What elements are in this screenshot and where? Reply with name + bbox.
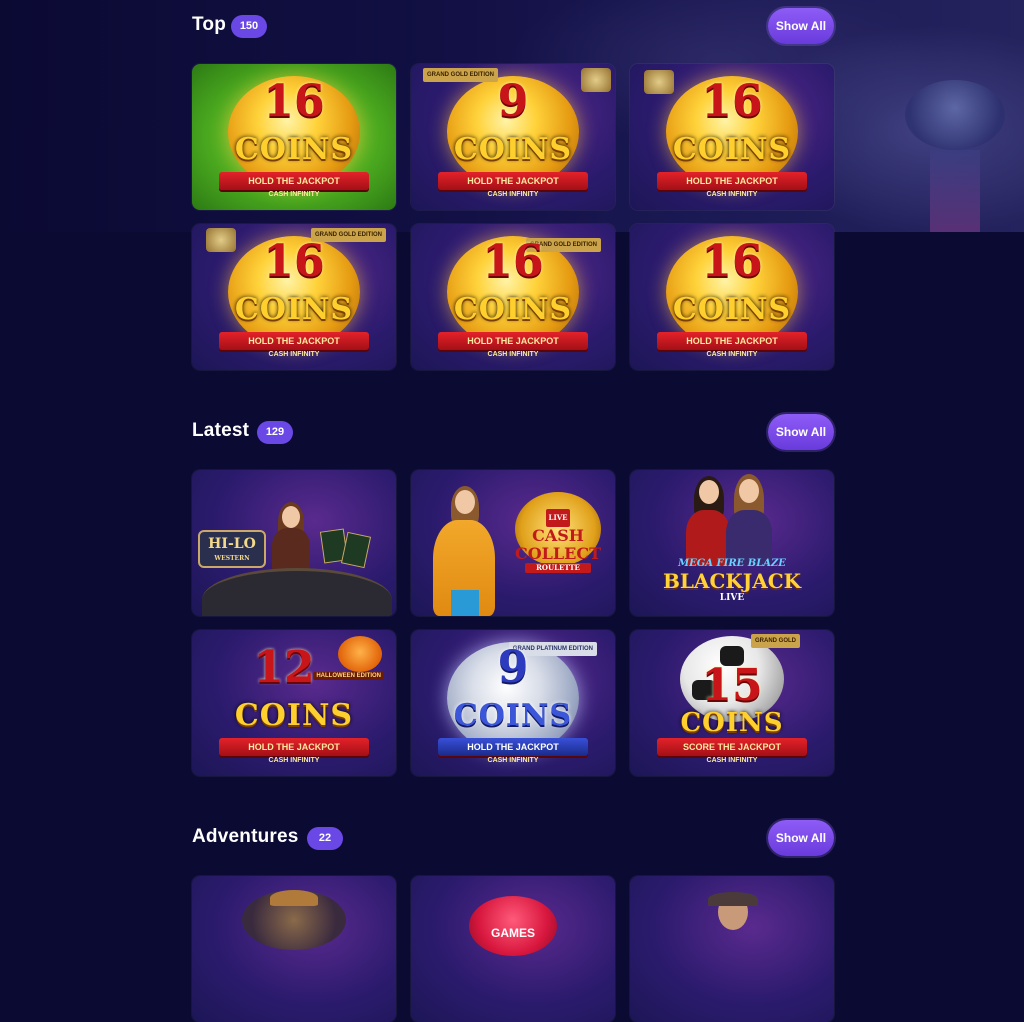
game-number: 9 [497,76,529,127]
game-subtitle: CASH INFINITY [487,351,539,358]
game-subtitle: CASH INFINITY [706,757,758,764]
host-pants [451,590,479,616]
game-ribbon: HOLD THE JACKPOT [657,332,807,350]
game-number: 15 [701,660,763,711]
game-subtitle: CASH INFINITY [268,351,320,358]
game-ribbon: HOLD THE JACKPOT [438,738,588,756]
game-ribbon: HOLD THE JACKPOT [438,172,588,190]
game-subtitle: CASH INFINITY [487,757,539,764]
game-tile[interactable]: GRAND GOLD EDITION 16 COINS HOLD THE JAC… [192,224,396,370]
game-number: 9 [497,642,529,693]
tower-illustration [905,80,1005,150]
game-number: 16 [263,236,325,287]
game-logo-text: BLACKJACK [662,569,802,593]
game-logo: MEGA FIRE BLAZE BLACKJACK LIVE [652,558,812,603]
show-all-button[interactable]: Show All [768,8,834,44]
game-tile[interactable]: GRAND GOLD 15 COINS SCORE THE JACKPOT CA… [630,630,834,776]
game-tile[interactable] [630,876,834,1022]
game-logo: HI-LO WESTERN [198,530,266,568]
game-title: COINS [234,292,354,327]
game-number: 16 [482,236,544,287]
game-tile[interactable]: GRAND PLATINUM EDITION 9 COINS HOLD THE … [411,630,615,776]
dealer-body [272,528,310,572]
game-tile[interactable]: HI-LO WESTERN [192,470,396,616]
character-hair [708,892,758,906]
game-number: 12 [253,642,315,693]
game-ribbon: HOLD THE JACKPOT [219,332,369,350]
live-tag: LIVE [545,509,571,527]
game-tile[interactable]: GAMES [411,876,615,1022]
edition-badge: GRAND GOLD [751,634,800,648]
game-ribbon: SCORE THE JACKPOT [657,738,807,756]
game-tile[interactable] [192,876,396,1022]
game-subtitle: CASH INFINITY [487,191,539,198]
game-logo-subtitle: ROULETTE [525,563,591,573]
game-ribbon: HOLD THE JACKPOT [438,332,588,350]
game-number: 16 [701,236,763,287]
game-ribbon: HOLD THE JACKPOT [219,738,369,756]
section-title: Latest [192,420,250,441]
game-ribbon: HOLD THE JACKPOT [657,172,807,190]
game-title: COINS [234,132,354,167]
tower-base-illustration [930,150,980,232]
game-title: COINS [234,698,354,733]
game-tile[interactable]: GRAND GOLD EDITION 16 COINS HOLD THE JAC… [411,224,615,370]
host-head [455,490,475,514]
game-title: COINS [672,292,792,327]
game-tile[interactable]: MEGA FIRE BLAZE BLACKJACK LIVE [630,470,834,616]
section-header: Latest 129 Show All [192,412,834,452]
playing-card [340,531,372,569]
game-logo: LIVE CASH COLLECT ROULETTE [515,492,602,573]
section-header: Adventures 22 Show All [192,818,834,858]
game-number: 16 [263,76,325,127]
game-subtitle: CASH INFINITY [268,191,320,198]
dealer-head [699,480,719,504]
game-table [202,568,392,616]
game-tile[interactable]: 16 COINS HOLD THE JACKPOT CASH INFINITY [630,224,834,370]
game-tile[interactable]: HALLOWEEN EDITION 12 COINS HOLD THE JACK… [192,630,396,776]
game-title: COINS [453,698,573,733]
game-subtitle: CASH INFINITY [706,351,758,358]
game-logo-subtitle: WESTERN [214,555,250,562]
game-subtitle: CASH INFINITY [268,757,320,764]
game-tile[interactable]: GRAND GOLD EDITION 9 COINS HOLD THE JACK… [411,64,615,210]
game-logo-text: HI-LO [208,536,256,552]
game-logo-top: MEGA FIRE BLAZE [678,558,786,569]
game-tile[interactable]: LIVE CASH COLLECT ROULETTE [411,470,615,616]
game-title: COINS [453,132,573,167]
game-title: COINS [453,292,573,327]
game-title: COINS [672,132,792,167]
game-ribbon: HOLD THE JACKPOT [219,172,369,190]
game-logo-text: CASH COLLECT [515,526,602,563]
game-subtitle: CASH INFINITY [706,191,758,198]
section-title: Top [192,14,227,35]
count-badge: 129 [257,421,293,444]
count-badge: 22 [307,827,343,850]
section-header: Top 150 Show All [192,6,834,46]
dealer-head [282,506,300,528]
show-all-button[interactable]: Show All [768,414,834,450]
section-top: Top 150 Show All 16 COINS HOLD THE JACKP… [192,6,834,370]
game-title: COINS [680,708,784,738]
show-all-button[interactable]: Show All [768,820,834,856]
section-latest: Latest 129 Show All HI-LO WESTERN LIVE C… [192,412,834,776]
count-badge: 150 [231,15,267,38]
game-tile[interactable]: 16 COINS HOLD THE JACKPOT CASH INFINITY [192,64,396,210]
game-tile[interactable]: 16 COINS HOLD THE JACKPOT CASH INFINITY [630,64,834,210]
dealer-head [739,479,759,503]
game-logo-subtitle: LIVE [719,593,745,603]
game-number: 16 [701,76,763,127]
game-label: GAMES [490,926,535,940]
section-adventures: Adventures 22 Show All GAMES [192,818,834,1022]
cowboy-hat-icon [270,890,318,906]
section-title: Adventures [192,826,299,847]
